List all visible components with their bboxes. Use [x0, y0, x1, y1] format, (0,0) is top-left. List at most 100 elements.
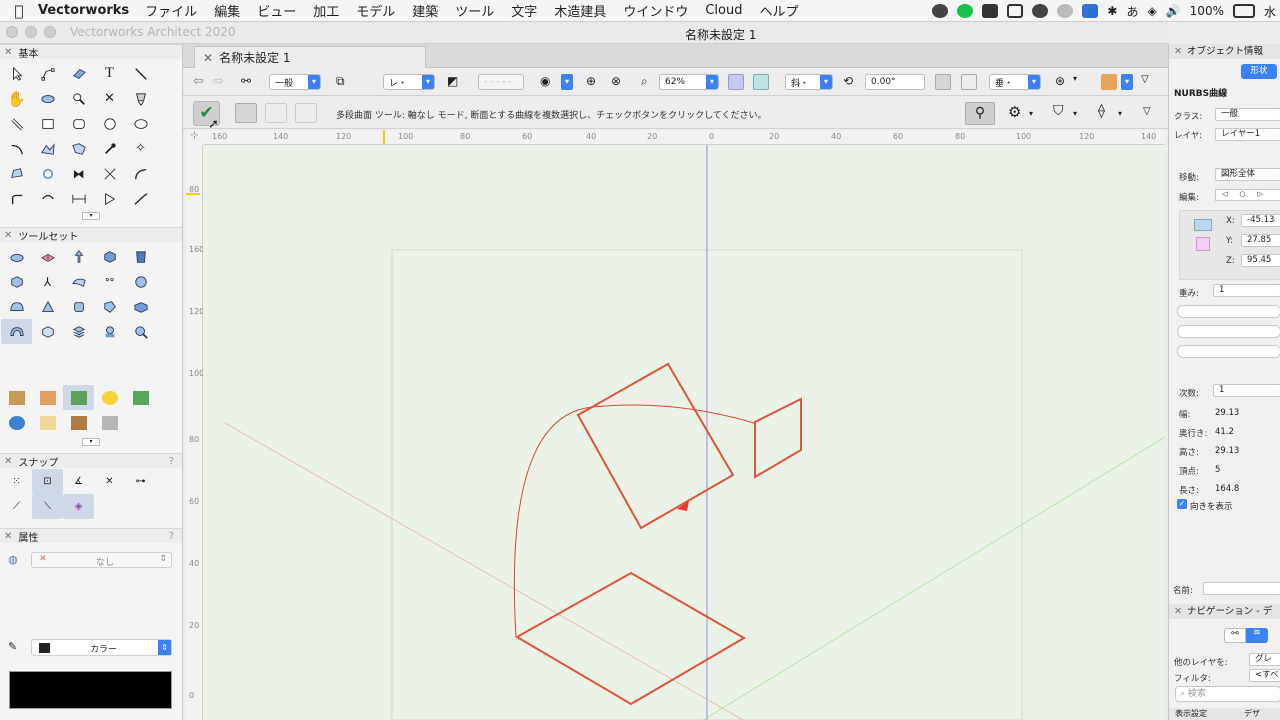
- battery-percent[interactable]: 100%: [1190, 4, 1224, 18]
- trim-tool[interactable]: ✕: [94, 86, 125, 111]
- cylinder-tool[interactable]: [63, 294, 94, 319]
- hemisphere-tool[interactable]: [1, 294, 32, 319]
- menu-file[interactable]: ファイル: [145, 1, 197, 20]
- rounded-rect-tool[interactable]: [63, 111, 94, 136]
- select-tool[interactable]: [1, 61, 32, 86]
- close-tab-icon[interactable]: ✕: [203, 51, 213, 65]
- toolset-tab-light[interactable]: [94, 385, 125, 410]
- axis-tool[interactable]: ⅄: [32, 269, 63, 294]
- degree-field[interactable]: 1: [1213, 384, 1280, 397]
- close-icon[interactable]: ✕: [4, 531, 12, 542]
- nav-search-field[interactable]: ⌕ 検索: [1175, 686, 1280, 702]
- help-icon[interactable]: ?: [169, 456, 174, 467]
- screen-icon[interactable]: [1007, 4, 1024, 18]
- wifi-icon[interactable]: ◈: [1147, 4, 1156, 18]
- column-design[interactable]: デザ: [1244, 708, 1260, 719]
- zoom-window-button[interactable]: [44, 26, 56, 38]
- class-options-icon[interactable]: [961, 74, 977, 90]
- chevron-down-icon[interactable]: ▾: [1118, 109, 1122, 118]
- rotate-plan-icon[interactable]: ⟲: [843, 74, 859, 90]
- push-pull-tool[interactable]: [32, 244, 63, 269]
- weight-field[interactable]: 1: [1213, 284, 1280, 297]
- oval-tool[interactable]: [125, 111, 156, 136]
- flag-tool[interactable]: [94, 186, 125, 211]
- clock[interactable]: 水: [1264, 3, 1276, 20]
- layer-select[interactable]: レイヤー1: [1215, 128, 1280, 141]
- display-icon[interactable]: [1082, 4, 1099, 18]
- mirror-tool[interactable]: ⧓: [63, 161, 94, 186]
- working-plane-icon[interactable]: ⛉: [1053, 103, 1064, 119]
- double-line-tool[interactable]: [1, 111, 32, 136]
- mode-axis-one-button[interactable]: [265, 103, 287, 123]
- layer-options-icon[interactable]: [935, 74, 951, 90]
- close-icon[interactable]: ✕: [1174, 46, 1182, 57]
- chevron-down-icon[interactable]: ▾: [1073, 74, 1089, 90]
- active-layer-select[interactable]: レ・ ▾: [383, 74, 435, 90]
- snap-angle-button[interactable]: ∡: [63, 469, 94, 494]
- ime-indicator[interactable]: あ: [1126, 3, 1138, 20]
- toolset-tab-house[interactable]: [32, 385, 63, 410]
- section-square-bottom[interactable]: [514, 571, 746, 706]
- dropbox-icon[interactable]: [982, 4, 999, 18]
- mode-axis-none-button[interactable]: [235, 103, 257, 123]
- snap-mode-icon[interactable]: ⟠: [1098, 103, 1105, 119]
- tool-preferences-icon[interactable]: ⚲: [965, 102, 995, 125]
- menu-tools[interactable]: ツール: [455, 1, 494, 20]
- class-select[interactable]: 一般: [1215, 108, 1280, 121]
- z-field[interactable]: 95.45: [1241, 254, 1280, 267]
- active-class-select[interactable]: 一般 ▾: [269, 74, 321, 90]
- blank-field[interactable]: [1177, 305, 1280, 318]
- rotation-angle-field[interactable]: 0.00°: [865, 74, 925, 90]
- eyedropper-tool[interactable]: [94, 136, 125, 161]
- reference-point-icon[interactable]: [1196, 237, 1210, 251]
- deform-tool[interactable]: [32, 319, 63, 344]
- gear-menu-icon[interactable]: [1057, 4, 1074, 18]
- arc-tool[interactable]: [1, 136, 32, 161]
- pan-tool[interactable]: ✋: [1, 86, 32, 111]
- toolset-tab-plane[interactable]: [32, 410, 63, 435]
- fill-style-select[interactable]: ✕ なし ⇕: [31, 552, 172, 568]
- apple-menu-icon[interactable]: : [0, 2, 38, 20]
- cone-tool[interactable]: [32, 294, 63, 319]
- loft-tool[interactable]: ᐤᐤ: [94, 269, 125, 294]
- measure-tool[interactable]: [125, 86, 156, 111]
- text-tool[interactable]: T: [94, 61, 125, 86]
- blank-field[interactable]: [1177, 325, 1280, 338]
- filter-select[interactable]: <すべ: [1249, 669, 1280, 682]
- shell-tool[interactable]: [125, 244, 156, 269]
- menu-wood[interactable]: 木造建具: [554, 1, 606, 20]
- bluetooth-icon[interactable]: ✱: [1107, 4, 1117, 18]
- polygon-tool[interactable]: [1, 161, 32, 186]
- light-settings-icon[interactable]: [1101, 74, 1117, 90]
- fillet-edge-tool[interactable]: [94, 294, 125, 319]
- menu-window[interactable]: ウインドウ: [623, 1, 688, 20]
- pen-color-preview[interactable]: [9, 671, 172, 709]
- circle-tool[interactable]: [94, 111, 125, 136]
- blank-field[interactable]: [1177, 345, 1280, 358]
- more-chevron-icon[interactable]: ▽: [1141, 74, 1157, 90]
- close-icon[interactable]: ✕: [4, 47, 12, 58]
- snap-grid-button[interactable]: ⁙: [1, 469, 32, 494]
- rotate-tool[interactable]: [32, 161, 63, 186]
- plane-select-icon[interactable]: ◩: [447, 74, 463, 90]
- nav-layers-icon[interactable]: ≋: [1246, 628, 1268, 643]
- y-field[interactable]: 27.85: [1241, 234, 1280, 247]
- snap-intersection-button[interactable]: ✕: [94, 469, 125, 494]
- toolset-tab-site[interactable]: [125, 385, 156, 410]
- freehand-tool[interactable]: [32, 136, 63, 161]
- close-icon[interactable]: ✕: [4, 230, 12, 241]
- chevron-down-icon[interactable]: ▾: [561, 74, 573, 90]
- plane-view-icon[interactable]: [753, 74, 769, 90]
- flyover-tool[interactable]: [32, 86, 63, 111]
- menu-text[interactable]: 文字: [511, 1, 537, 20]
- surface-tool[interactable]: [63, 269, 94, 294]
- pen-style-select[interactable]: カラー ⇕: [31, 639, 172, 656]
- other-layers-select[interactable]: グレ: [1249, 653, 1280, 666]
- battery-icon[interactable]: [1232, 4, 1255, 18]
- fillet-tool[interactable]: [125, 161, 156, 186]
- multiple-extrude-tool[interactable]: [1, 319, 32, 344]
- layers-stack-icon[interactable]: ⧉: [336, 74, 352, 90]
- reshape-tool[interactable]: [32, 61, 63, 86]
- callout-tool[interactable]: [125, 186, 156, 211]
- attribute-mapping-tool[interactable]: ✧: [125, 136, 156, 161]
